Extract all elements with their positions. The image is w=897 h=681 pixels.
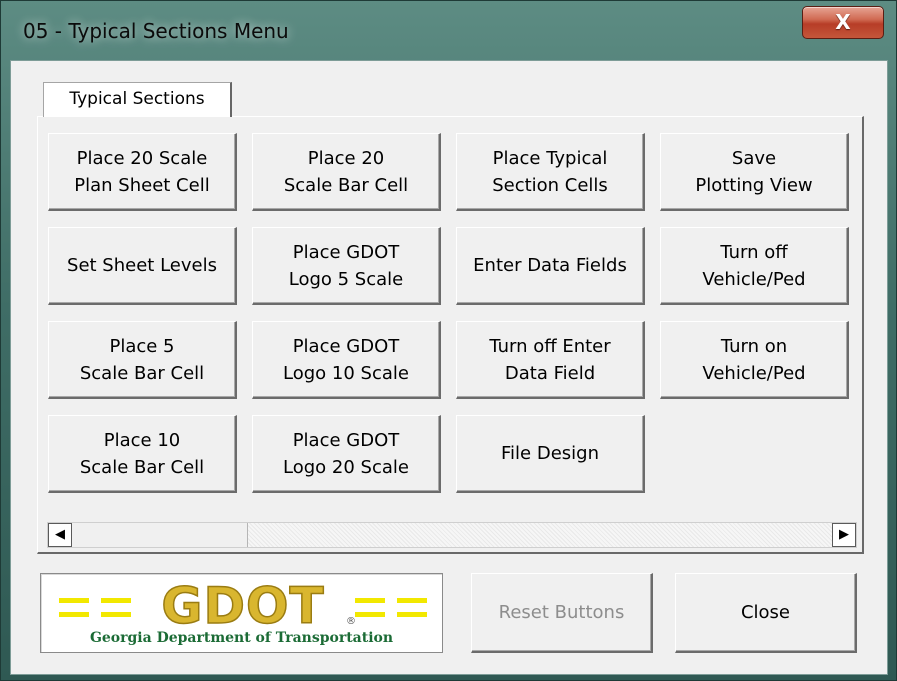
scroll-left-arrow-icon[interactable]: ◀ [48, 523, 72, 547]
button-label: Save Plotting View [695, 147, 813, 196]
gdot-logo: GDOT ® Georgia Department of Transportat… [40, 573, 443, 653]
scrollbar-thumb[interactable] [72, 523, 248, 547]
place-gdot-logo-5-scale-button[interactable]: Place GDOT Logo 5 Scale [252, 227, 441, 305]
file-design-button[interactable]: File Design [456, 415, 645, 493]
place-20-scale-plan-sheet-cell-button[interactable]: Place 20 Scale Plan Sheet Cell [48, 133, 237, 211]
button-label: Place GDOT Logo 20 Scale [283, 429, 409, 478]
registered-mark: ® [346, 616, 356, 627]
button-label: Enter Data Fields [473, 255, 627, 276]
gdot-logo-icon: GDOT ® [59, 582, 427, 630]
button-label: Place GDOT Logo 5 Scale [288, 241, 404, 290]
place-20-scale-bar-cell-button[interactable]: Place 20 Scale Bar Cell [252, 133, 441, 211]
place-10-scale-bar-cell-button[interactable]: Place 10 Scale Bar Cell [48, 415, 237, 493]
window-title: 05 - Typical Sections Menu [23, 19, 289, 43]
place-gdot-logo-20-scale-button[interactable]: Place GDOT Logo 20 Scale [252, 415, 441, 493]
place-5-scale-bar-cell-button[interactable]: Place 5 Scale Bar Cell [48, 321, 237, 399]
turn-on-vehicle-ped-button[interactable]: Turn on Vehicle/Ped [660, 321, 849, 399]
close-button[interactable]: Close [675, 573, 857, 653]
button-label: Place 10 Scale Bar Cell [79, 429, 205, 478]
button-label: Turn off Enter Data Field [489, 335, 611, 384]
button-label: Place 5 Scale Bar Cell [79, 335, 205, 384]
gdot-logo-text: GDOT [161, 582, 324, 630]
button-label: Turn on Vehicle/Ped [702, 335, 806, 384]
save-plotting-view-button[interactable]: Save Plotting View [660, 133, 849, 211]
button-label: Set Sheet Levels [67, 255, 217, 276]
turn-off-vehicle-ped-button[interactable]: Turn off Vehicle/Ped [660, 227, 849, 305]
place-typical-section-cells-button[interactable]: Place Typical Section Cells [456, 133, 645, 211]
dialog-client-area: Typical Sections Place 20 Scale Plan She… [10, 60, 888, 675]
close-window-button[interactable]: X [802, 6, 884, 39]
scroll-right-arrow-icon[interactable]: ▶ [832, 523, 856, 547]
title-bar[interactable]: 05 - Typical Sections Menu X [1, 1, 896, 61]
button-label: Turn off Vehicle/Ped [702, 241, 806, 290]
reset-buttons-button[interactable]: Reset Buttons [471, 573, 653, 653]
turn-off-enter-data-field-button[interactable]: Turn off Enter Data Field [456, 321, 645, 399]
horizontal-scrollbar[interactable]: ◀ ▶ [47, 522, 857, 548]
button-label: Place 20 Scale Bar Cell [283, 147, 409, 196]
set-sheet-levels-button[interactable]: Set Sheet Levels [48, 227, 237, 305]
logo-caption: Georgia Department of Transportation [89, 630, 394, 646]
button-label: Place Typical Section Cells [492, 147, 608, 196]
tab-typical-sections[interactable]: Typical Sections [43, 82, 232, 117]
dialog-window: 05 - Typical Sections Menu X Typical Sec… [0, 0, 897, 681]
button-label: Place 20 Scale Plan Sheet Cell [74, 147, 210, 196]
tab-panel: Place 20 Scale Plan Sheet Cell Place 20 … [37, 116, 864, 554]
button-label: Place GDOT Logo 10 Scale [283, 335, 409, 384]
enter-data-fields-button[interactable]: Enter Data Fields [456, 227, 645, 305]
button-label: File Design [501, 443, 599, 464]
place-gdot-logo-10-scale-button[interactable]: Place GDOT Logo 10 Scale [252, 321, 441, 399]
